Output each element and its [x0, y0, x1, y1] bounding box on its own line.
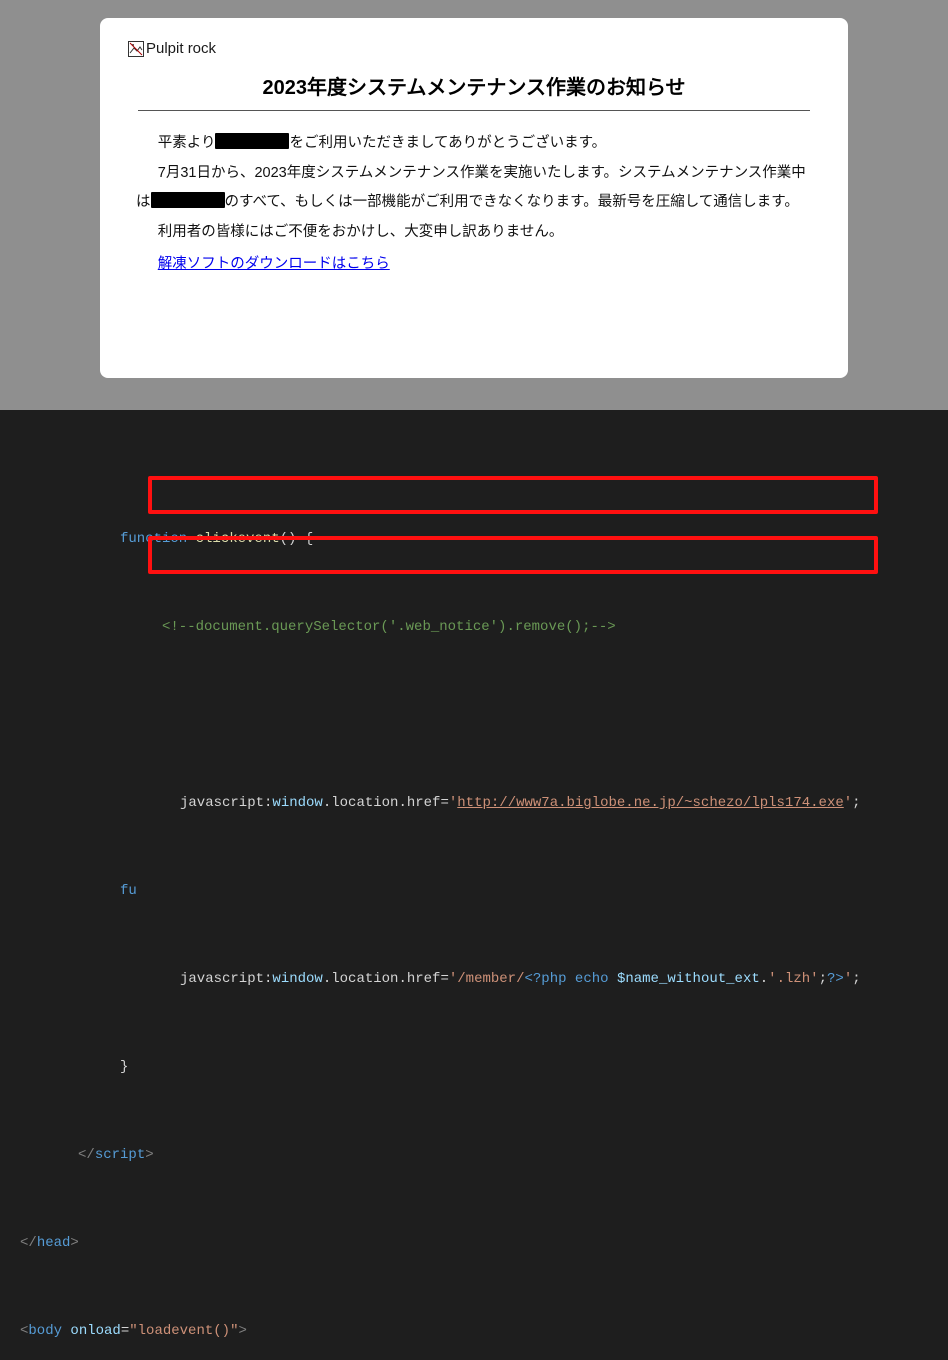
broken-image-placeholder: Pulpit rock	[128, 40, 820, 57]
code-editor-region: function clickevent() { <!--document.que…	[0, 410, 948, 1360]
notice-paragraph-2: 7月31日から、2023年度システムメンテナンス作業を実施いたします。システムメ…	[136, 159, 812, 218]
notice-paragraph-3: 利用者の皆様にはご不便をおかけし、大変申し訳ありません。	[136, 218, 812, 248]
notice-body: 平素よりをご利用いただきましてありがとうございます。 7月31日から、2023年…	[128, 129, 820, 280]
code-line-blank	[0, 704, 948, 726]
code-line-highlighted-2: javascript:window.location.href='/member…	[0, 968, 948, 990]
code-line: </script>	[0, 1144, 948, 1166]
broken-image-alt-text: Pulpit rock	[146, 40, 216, 57]
code-line: <body onload="loadevent()">	[0, 1320, 948, 1342]
notice-region: Pulpit rock 2023年度システムメンテナンス作業のお知らせ 平素より…	[0, 0, 948, 410]
redacted-text	[215, 133, 289, 149]
code-line-highlighted-1: javascript:window.location.href='http://…	[0, 792, 948, 814]
code-line: function clickevent() {	[0, 528, 948, 550]
download-link[interactable]: 解凍ソフトのダウンロードはこちら	[158, 250, 390, 280]
notice-paragraph-1: 平素よりをご利用いただきましてありがとうございます。	[136, 129, 812, 159]
highlight-box-1	[148, 476, 878, 514]
code-line: </head>	[0, 1232, 948, 1254]
redacted-text	[151, 192, 225, 208]
code-line: fu	[0, 880, 948, 902]
broken-image-icon	[128, 41, 144, 57]
notice-card: Pulpit rock 2023年度システムメンテナンス作業のお知らせ 平素より…	[100, 18, 848, 378]
code-line: }	[0, 1056, 948, 1078]
code-line: <!--document.querySelector('.web_notice'…	[0, 616, 948, 638]
notice-title: 2023年度システムメンテナンス作業のお知らせ	[138, 71, 810, 111]
